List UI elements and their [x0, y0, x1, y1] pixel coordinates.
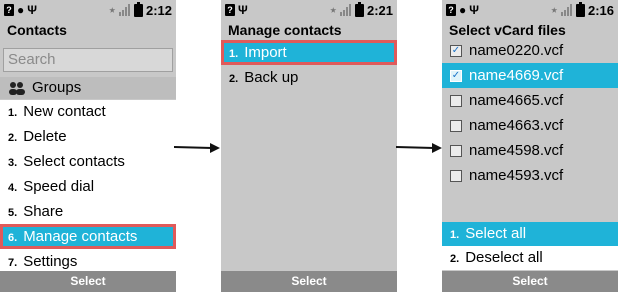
manage-contacts-screen: ? Ψ ⋆ 2:21 Manage contacts 1. Import 2. Ba… [221, 0, 397, 292]
menu-item-new-contact[interactable]: 1. New contact [0, 99, 176, 124]
bluetooth-icon: ⋆ [329, 3, 337, 17]
bluetooth-icon: ⋆ [108, 3, 116, 17]
manage-menu: 1. Import 2. Back up [221, 40, 397, 90]
contacts-menu: 1. New contact 2. Delete 3. Select contacts… [0, 99, 176, 274]
signal-icon [118, 4, 130, 16]
bluetooth-icon: ⋆ [550, 3, 558, 17]
select-softkey[interactable]: Select [221, 271, 397, 292]
menu-item-share[interactable]: 5. Share [0, 199, 176, 224]
menu-item-manage-contacts[interactable]: 6. Manage contacts [0, 224, 176, 249]
groups-icon [9, 82, 25, 95]
message-icon: ● [459, 3, 467, 17]
menu-item-back-up[interactable]: 2. Back up [221, 65, 397, 90]
usb-icon: Ψ [27, 3, 37, 17]
status-bar: ? ● Ψ ⋆ 2:12 [0, 0, 176, 20]
menu-item-delete[interactable]: 2. Delete [0, 124, 176, 149]
message-icon: ● [17, 3, 25, 17]
menu-item-speed-dial[interactable]: 4. Speed dial [0, 174, 176, 199]
vcard-file-item[interactable]: name4665.vcf [442, 88, 618, 113]
menu-item-import[interactable]: 1. Import [221, 40, 397, 65]
checkbox-unchecked-icon[interactable] [450, 169, 462, 182]
menu-item-deselect-all[interactable]: 2. Deselect all [442, 246, 618, 270]
clock: 2:21 [366, 2, 393, 18]
vcard-file-item[interactable]: name4593.vcf [442, 163, 618, 188]
select-softkey[interactable]: Select [0, 271, 176, 292]
signal-icon [560, 4, 572, 16]
vcard-file-list: ✓ name0220.vcf ✓ name4669.vcf name4665.vcf… [442, 38, 618, 188]
checkbox-checked-icon[interactable]: ✓ [450, 44, 462, 57]
checkbox-unchecked-icon[interactable] [450, 119, 462, 132]
status-bar: ? ● Ψ ⋆ 2:16 [442, 0, 618, 20]
search-input[interactable]: Search [3, 48, 173, 72]
battery-icon [354, 1, 364, 17]
usb-icon: Ψ [238, 3, 248, 17]
checkbox-unchecked-icon[interactable] [450, 144, 462, 157]
battery-icon [133, 1, 143, 17]
groups-item[interactable]: Groups [0, 77, 176, 99]
usb-icon: Ψ [469, 3, 479, 17]
vcard-file-item[interactable]: ✓ name4669.vcf [442, 63, 618, 88]
arrow-right-icon [396, 143, 442, 153]
select-softkey[interactable]: Select [442, 271, 618, 292]
sim-icon: ? [225, 4, 235, 16]
menu-item-select-all[interactable]: 1. Select all [442, 222, 618, 246]
page-title: Manage contacts [228, 22, 342, 38]
arrow-right-icon [174, 143, 220, 153]
vcard-file-item[interactable]: ✓ name0220.vcf [442, 38, 618, 63]
clock: 2:16 [587, 2, 614, 18]
options-menu: 1. Select all 2. Deselect all [442, 222, 618, 270]
battery-icon [575, 1, 585, 17]
vcard-file-item[interactable]: name4598.vcf [442, 138, 618, 163]
checkbox-unchecked-icon[interactable] [450, 94, 462, 107]
checkbox-checked-icon[interactable]: ✓ [450, 69, 462, 82]
contacts-screen: ? ● Ψ ⋆ 2:12 Contacts Search Groups 1. Ne… [0, 0, 176, 292]
clock: 2:12 [145, 2, 172, 18]
sim-icon: ? [446, 4, 456, 16]
signal-icon [339, 4, 351, 16]
menu-item-select-contacts[interactable]: 3. Select contacts [0, 149, 176, 174]
status-bar: ? Ψ ⋆ 2:21 [221, 0, 397, 20]
sim-icon: ? [4, 4, 14, 16]
vcard-file-item[interactable]: name4663.vcf [442, 113, 618, 138]
select-vcard-screen: ? ● Ψ ⋆ 2:16 Select vCard files ✓ name022… [442, 0, 618, 292]
groups-label: Groups [32, 79, 82, 96]
page-title: Contacts [7, 22, 67, 38]
page-title: Select vCard files [449, 22, 566, 38]
